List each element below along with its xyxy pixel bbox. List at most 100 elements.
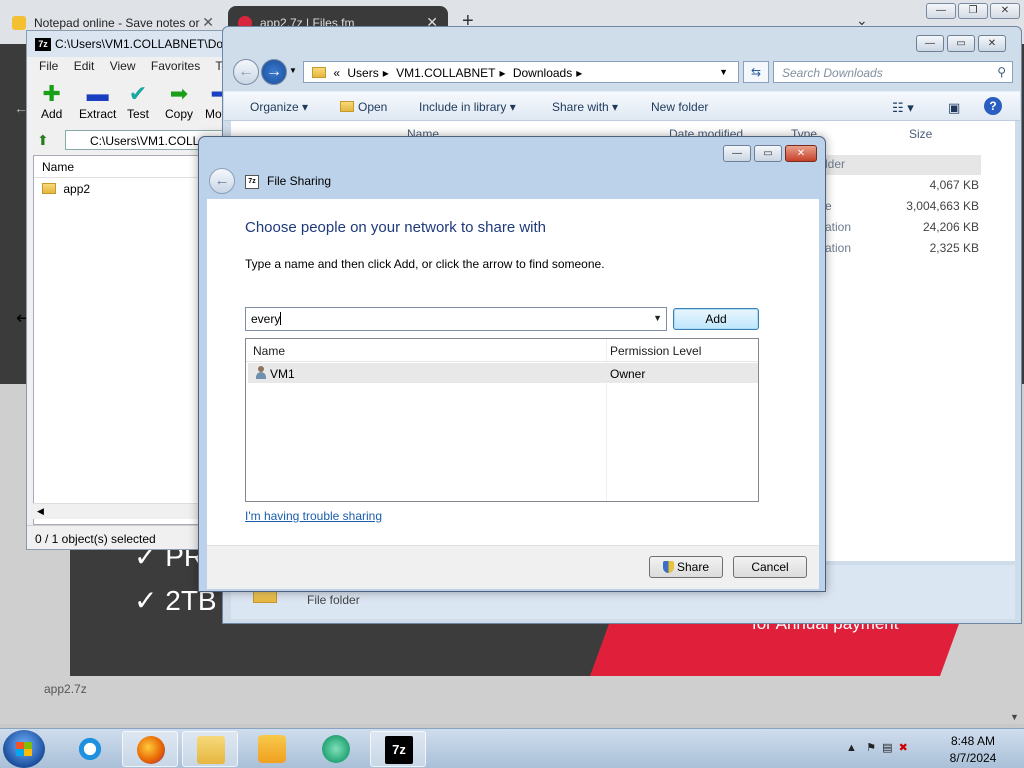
close-tab-icon[interactable]: ✕ bbox=[202, 14, 214, 31]
internet-explorer-icon bbox=[76, 735, 104, 763]
header-divider bbox=[246, 361, 758, 362]
people-combobox[interactable]: every ▼ bbox=[245, 307, 667, 331]
menu-edit[interactable]: Edit bbox=[74, 59, 95, 73]
share-button[interactable]: Share bbox=[649, 556, 723, 578]
dialog-instruction: Type a name and then click Add, or click… bbox=[245, 257, 605, 271]
taskbar-media-player[interactable] bbox=[244, 731, 300, 767]
scroll-down-arrow-icon[interactable]: ▼ bbox=[1010, 712, 1019, 722]
forward-button[interactable]: → bbox=[261, 59, 287, 85]
file-sharing-dialog: — ▭ ✕ ← 7z File Sharing Choose people on y… bbox=[198, 136, 826, 592]
dialog-heading: Choose people on your network to share w… bbox=[245, 219, 547, 236]
recent-pages-caret-icon[interactable]: ▼ bbox=[289, 66, 297, 75]
minimize-button[interactable]: — bbox=[723, 145, 751, 162]
new-folder-button[interactable]: New folder bbox=[651, 100, 708, 114]
taskbar-7zip[interactable]: 7z bbox=[370, 731, 426, 767]
open-button[interactable]: Open bbox=[340, 100, 387, 114]
dialog-window-controls: — ▭ ✕ bbox=[720, 145, 817, 162]
plus-icon: ✚ bbox=[42, 81, 61, 106]
trouble-sharing-link[interactable]: I'm having trouble sharing bbox=[245, 509, 382, 523]
share-with-label: Share with bbox=[552, 100, 609, 114]
breadcrumb-downloads[interactable]: Downloads bbox=[513, 66, 572, 80]
taskbar-firefox[interactable] bbox=[122, 731, 178, 767]
network-icon[interactable]: ▤ bbox=[882, 742, 892, 754]
start-button[interactable] bbox=[3, 730, 45, 768]
close-button[interactable]: ✕ bbox=[785, 145, 817, 162]
folder-icon bbox=[197, 736, 225, 764]
add-button[interactable]: ✚ Add bbox=[41, 81, 62, 121]
row-user-name: VM1 bbox=[270, 367, 295, 381]
close-button[interactable]: ✕ bbox=[978, 35, 1006, 52]
add-button[interactable]: Add bbox=[673, 308, 759, 330]
folder-icon bbox=[312, 67, 326, 78]
chat-app-icon bbox=[322, 735, 350, 763]
preview-pane-icon[interactable]: ▣ bbox=[948, 100, 960, 116]
breadcrumb-vm1[interactable]: VM1.COLLABNET bbox=[396, 66, 495, 80]
search-input[interactable]: Search Downloads ⚲ bbox=[773, 61, 1013, 83]
back-button[interactable]: ← bbox=[233, 59, 259, 85]
7zip-icon: 7z bbox=[385, 736, 413, 764]
refresh-button[interactable]: ⇆ bbox=[743, 61, 769, 83]
minimize-button[interactable]: — bbox=[916, 35, 944, 52]
file-size: 3,004,663 KB bbox=[906, 199, 979, 213]
browser-close-button[interactable]: ✕ bbox=[990, 3, 1020, 19]
maximize-button[interactable]: ▭ bbox=[754, 145, 782, 162]
copy-button[interactable]: ➡ Copy bbox=[165, 81, 193, 121]
breadcrumb-users[interactable]: Users bbox=[347, 66, 378, 80]
show-hidden-icons-icon[interactable]: ▲ bbox=[846, 742, 857, 754]
taskbar-internet-explorer[interactable] bbox=[62, 731, 118, 767]
dialog-body: Choose people on your network to share w… bbox=[207, 199, 819, 545]
help-icon[interactable]: ? bbox=[984, 97, 1002, 115]
media-player-icon bbox=[258, 735, 286, 763]
menu-file[interactable]: File bbox=[39, 59, 58, 73]
breadcrumb-overflow[interactable]: « bbox=[333, 66, 340, 80]
address-bar[interactable]: « Users ▸ VM1.COLLABNET ▸ Downloads ▸ ▼ bbox=[303, 61, 739, 83]
table-row[interactable]: VM1 Owner bbox=[248, 363, 758, 383]
column-header-permission[interactable]: Permission Level bbox=[610, 344, 701, 358]
include-in-library-menu[interactable]: Include in library ▾ bbox=[419, 100, 516, 114]
cancel-button[interactable]: Cancel bbox=[733, 556, 807, 578]
people-input-value: every bbox=[251, 312, 281, 326]
file-type: lder bbox=[825, 157, 846, 171]
file-size: 2,325 KB bbox=[929, 241, 979, 255]
taskbar-explorer[interactable] bbox=[182, 731, 238, 767]
user-icon bbox=[256, 366, 266, 379]
column-header-size[interactable]: Size bbox=[909, 127, 932, 141]
menu-view[interactable]: View bbox=[110, 59, 136, 73]
dialog-footer: Share Cancel bbox=[207, 545, 819, 589]
share-with-menu[interactable]: Share with ▾ bbox=[552, 100, 618, 114]
taskbar-chat-app[interactable] bbox=[308, 731, 364, 767]
search-icon: ⚲ bbox=[997, 65, 1006, 79]
dropdown-arrow-icon[interactable]: ▼ bbox=[653, 313, 662, 323]
row-permission[interactable]: Owner bbox=[610, 367, 645, 381]
view-options-icon[interactable]: ☷ ▾ bbox=[892, 100, 914, 116]
extract-button[interactable]: ▬ Extract bbox=[79, 81, 116, 121]
clock-date: 8/7/2024 bbox=[949, 751, 997, 765]
browser-minimize-button[interactable]: — bbox=[926, 3, 956, 19]
checkmark-icon: ✔ bbox=[128, 81, 148, 106]
explorer-nav-bar: ← → ▼ « Users ▸ VM1.COLLABNET ▸ Downloads ▸… bbox=[231, 57, 1013, 87]
browser-restore-button[interactable]: ❐ bbox=[958, 3, 988, 19]
test-button[interactable]: ✔ Test bbox=[127, 81, 149, 121]
menu-favorites[interactable]: Favorites bbox=[151, 59, 200, 73]
7zip-title-bar: 7z C:\Users\VM1.COLLABNET\Downloads\app2… bbox=[27, 31, 235, 57]
system-clock[interactable]: 8:48 AM 8/7/2024 bbox=[942, 733, 1004, 767]
7zip-app-icon: 7z bbox=[35, 38, 51, 51]
address-dropdown-icon[interactable]: ▼ bbox=[719, 67, 728, 77]
back-button[interactable]: ← bbox=[209, 168, 235, 194]
open-label: Open bbox=[358, 100, 388, 114]
up-folder-icon[interactable]: ⬆ bbox=[37, 132, 49, 149]
maximize-button[interactable]: ▭ bbox=[947, 35, 975, 52]
share-label: Share bbox=[676, 560, 710, 574]
search-placeholder: Search Downloads bbox=[782, 66, 883, 80]
file-type: ation bbox=[825, 241, 852, 255]
system-tray: ▲ ⚑ ▤ ✖ bbox=[846, 741, 908, 754]
action-center-flag-icon[interactable]: ⚑ bbox=[866, 742, 876, 754]
organize-menu[interactable]: Organize ▾ bbox=[250, 100, 308, 114]
file-caption: app2.7z bbox=[44, 682, 87, 696]
file-size: 24,206 KB bbox=[922, 220, 979, 234]
details-type: File folder bbox=[307, 593, 360, 607]
column-header-name[interactable]: Name bbox=[253, 344, 285, 358]
organize-label: Organize bbox=[250, 100, 299, 114]
volume-muted-icon[interactable]: ✖ bbox=[899, 742, 908, 754]
explorer-window-controls: — ▭ ✕ bbox=[913, 35, 1006, 52]
